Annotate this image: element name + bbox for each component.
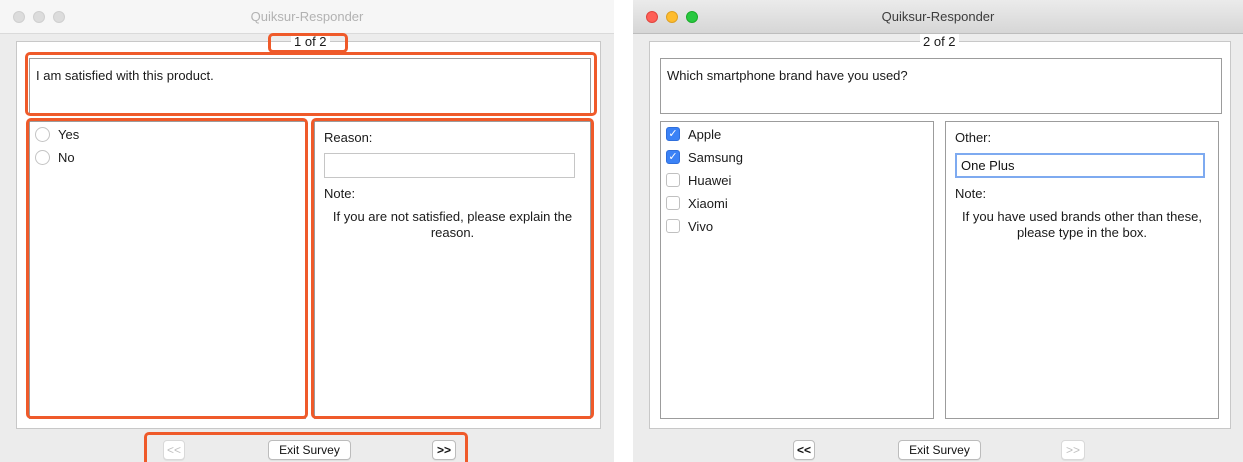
note-text: If you are not satisfied, please explain… bbox=[332, 209, 573, 240]
checkbox-option-xiaomi[interactable]: Xiaomi bbox=[666, 193, 728, 213]
next-page-button[interactable]: >> bbox=[432, 440, 456, 460]
other-label: Other: bbox=[955, 130, 992, 145]
close-window-button[interactable] bbox=[13, 11, 25, 23]
page-indicator: 2 of 2 bbox=[920, 34, 959, 49]
answer-options-box: ✓ Apple ✓ Samsung Huawei Xiaomi Vivo bbox=[660, 121, 934, 419]
checkbox-unchecked[interactable] bbox=[666, 196, 680, 210]
radio-button[interactable] bbox=[35, 149, 50, 165]
question-text-box: I am satisfied with this product. bbox=[29, 58, 591, 114]
question-text-box: Which smartphone brand have you used? bbox=[660, 58, 1222, 114]
checkbox-checked[interactable]: ✓ bbox=[666, 150, 680, 164]
question-text: Which smartphone brand have you used? bbox=[667, 68, 908, 83]
title-bar[interactable]: Quiksur-Responder bbox=[0, 0, 614, 34]
checkbox-option-apple[interactable]: ✓ Apple bbox=[666, 124, 721, 144]
exit-survey-button[interactable]: Exit Survey bbox=[268, 440, 351, 460]
window-title: Quiksur-Responder bbox=[881, 9, 995, 24]
question-text: I am satisfied with this product. bbox=[36, 68, 214, 83]
checkbox-option-samsung[interactable]: ✓ Samsung bbox=[666, 147, 743, 167]
checkbox-option-huawei[interactable]: Huawei bbox=[666, 170, 731, 190]
radio-option-yes[interactable]: Yes bbox=[35, 124, 79, 144]
checkbox-option-vivo[interactable]: Vivo bbox=[666, 216, 713, 236]
title-bar[interactable]: Quiksur-Responder bbox=[633, 0, 1243, 34]
minimize-window-button[interactable] bbox=[666, 11, 678, 23]
survey-window-page-2: Quiksur-Responder 2 of 2 Which smartphon… bbox=[633, 0, 1243, 462]
option-label: Samsung bbox=[688, 149, 743, 165]
radio-option-no[interactable]: No bbox=[35, 147, 75, 167]
exit-survey-button[interactable]: Exit Survey bbox=[898, 440, 981, 460]
checkbox-checked[interactable]: ✓ bbox=[666, 127, 680, 141]
page-indicator: 1 of 2 bbox=[291, 34, 330, 49]
other-input[interactable] bbox=[955, 153, 1205, 178]
previous-page-button[interactable]: << bbox=[163, 440, 185, 460]
checkbox-unchecked[interactable] bbox=[666, 219, 680, 233]
option-label: Apple bbox=[688, 126, 722, 142]
minimize-window-button[interactable] bbox=[33, 11, 45, 23]
question-panel: 2 of 2 Which smartphone brand have you u… bbox=[649, 34, 1231, 429]
extra-input-box: Other: Note: If you have used brands oth… bbox=[945, 121, 1219, 419]
option-label: Huawei bbox=[688, 172, 732, 188]
option-label: Xiaomi bbox=[688, 195, 728, 211]
next-page-button[interactable]: >> bbox=[1061, 440, 1085, 460]
option-label: Yes bbox=[58, 126, 80, 142]
maximize-window-button[interactable] bbox=[686, 11, 698, 23]
checkbox-unchecked[interactable] bbox=[666, 173, 680, 187]
note-label: Note: bbox=[955, 186, 987, 201]
previous-page-button[interactable]: << bbox=[793, 440, 815, 460]
option-label: Vivo bbox=[688, 218, 714, 234]
note-text: If you have used brands other than these… bbox=[962, 209, 1202, 240]
close-window-button[interactable] bbox=[646, 11, 658, 23]
reason-label: Reason: bbox=[324, 130, 373, 145]
extra-input-box: Reason: Note: If you are not satisfied, … bbox=[314, 121, 591, 419]
survey-window-page-1: Quiksur-Responder 1 of 2 I am satisfied … bbox=[0, 0, 614, 462]
reason-input[interactable] bbox=[324, 153, 575, 178]
question-panel: 1 of 2 I am satisfied with this product.… bbox=[16, 34, 601, 429]
maximize-window-button[interactable] bbox=[53, 11, 65, 23]
option-label: No bbox=[58, 149, 75, 165]
note-label: Note: bbox=[324, 186, 356, 201]
answer-options-box: Yes No bbox=[29, 121, 306, 419]
radio-button[interactable] bbox=[35, 126, 50, 142]
window-title: Quiksur-Responder bbox=[250, 9, 364, 24]
